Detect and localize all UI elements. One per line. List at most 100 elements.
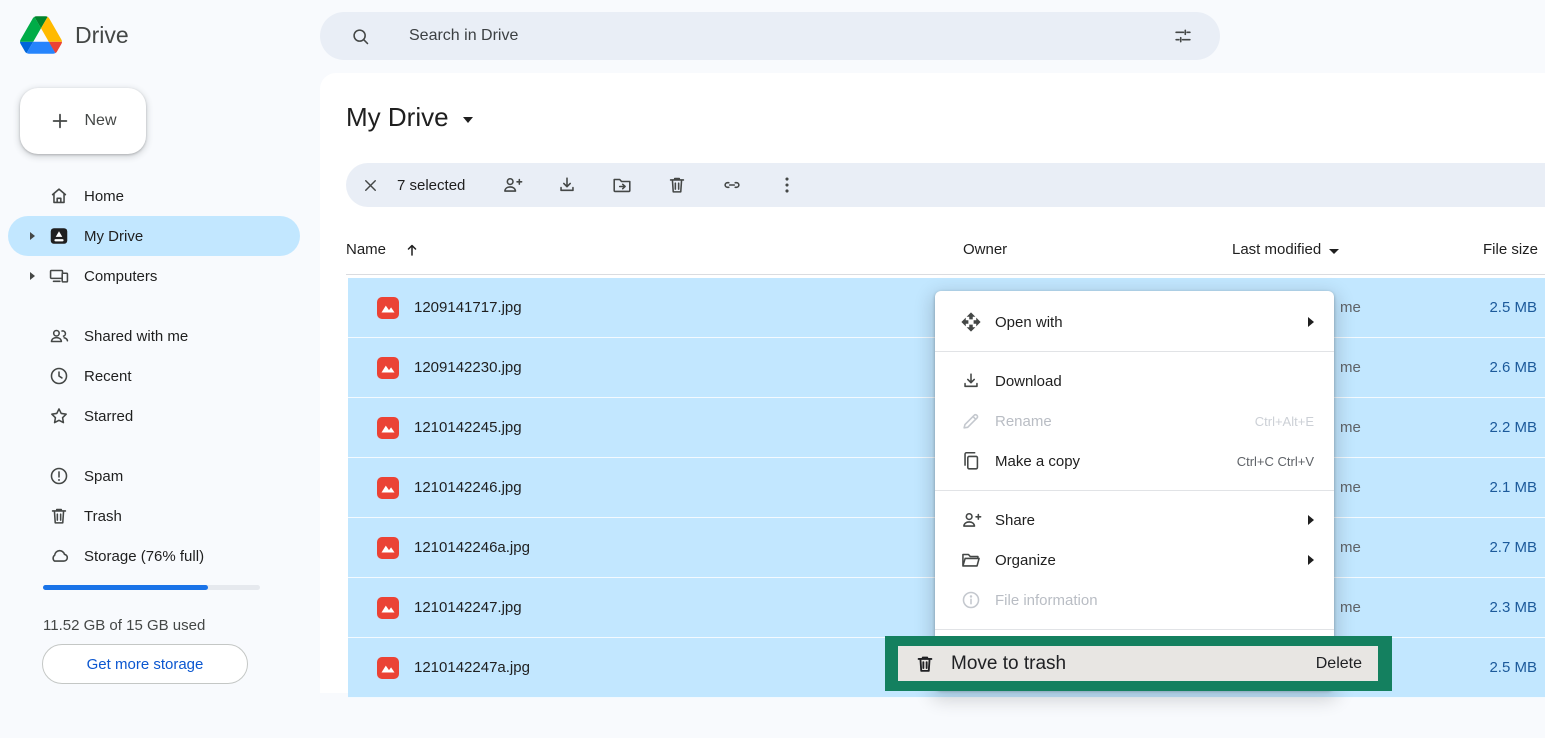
- submenu-arrow-icon: [1308, 555, 1314, 565]
- menu-item-open-with[interactable]: Open with: [935, 302, 1334, 342]
- link-icon[interactable]: [721, 174, 743, 196]
- file-name: 1210142247a.jpg: [414, 638, 530, 697]
- sidebar-item-my-drive[interactable]: My Drive: [8, 216, 300, 256]
- page-title: My Drive: [346, 102, 449, 133]
- kebab-menu-icon[interactable]: [776, 174, 798, 196]
- page-title-dropdown[interactable]: My Drive: [346, 102, 473, 133]
- sidebar-item-label: Recent: [84, 368, 132, 385]
- sidebar-item-spam[interactable]: Spam: [8, 456, 300, 496]
- image-file-icon: [377, 657, 399, 679]
- file-name: 1210142246a.jpg: [414, 518, 530, 577]
- sidebar-item-starred[interactable]: Starred: [8, 396, 300, 436]
- search-bar: [320, 12, 1220, 60]
- chevron-down-icon: [463, 117, 473, 123]
- selection-count: 7 selected: [397, 177, 465, 194]
- file-name: 1209141717.jpg: [414, 278, 522, 337]
- menu-divider: [935, 490, 1334, 491]
- file-size: 2.5 MB: [1489, 638, 1537, 697]
- search-input[interactable]: [409, 27, 1049, 45]
- file-name: 1209142230.jpg: [414, 338, 522, 397]
- person-add-icon: [960, 509, 982, 531]
- download-icon[interactable]: [556, 174, 578, 196]
- image-file-icon: [377, 597, 399, 619]
- menu-item-move-to-trash[interactable]: Move to trash Delete: [898, 646, 1378, 681]
- context-menu: Open with Download Rename Ctrl+Alt+E Mak…: [935, 291, 1334, 690]
- storage-usage-text: 11.52 GB of 15 GB used: [43, 617, 205, 634]
- file-size: 2.3 MB: [1489, 578, 1537, 637]
- close-icon[interactable]: [361, 176, 380, 195]
- search-icon[interactable]: [350, 26, 371, 47]
- modified-by: me: [1340, 458, 1361, 517]
- sidebar-item-label: Shared with me: [84, 328, 188, 345]
- table-header: Name Owner Last modified File size: [346, 228, 1545, 275]
- sidebar-item-label: Home: [84, 188, 124, 205]
- image-file-icon: [377, 417, 399, 439]
- shortcut-label: Ctrl+C Ctrl+V: [1237, 454, 1314, 469]
- menu-item-label: Move to trash: [951, 653, 1066, 675]
- sidebar-item-shared-with-me[interactable]: Shared with me: [8, 316, 300, 356]
- column-header-owner[interactable]: Owner: [963, 241, 1007, 258]
- selection-toolbar: 7 selected: [346, 163, 1545, 207]
- menu-item-organize[interactable]: Organize: [935, 540, 1334, 580]
- storage-progress-bar: [43, 585, 260, 590]
- menu-item-make-a-copy[interactable]: Make a copy Ctrl+C Ctrl+V: [935, 441, 1334, 481]
- file-size: 2.6 MB: [1489, 338, 1537, 397]
- sidebar-item-home[interactable]: Home: [8, 176, 300, 216]
- menu-item-share[interactable]: Share: [935, 500, 1334, 540]
- app-name: Drive: [75, 22, 129, 49]
- my-drive-icon: [48, 225, 70, 247]
- file-name: 1210142247.jpg: [414, 578, 522, 637]
- shortcut-label: Ctrl+Alt+E: [1255, 414, 1314, 429]
- tune-filters-icon[interactable]: [1172, 25, 1194, 47]
- sidebar-item-trash[interactable]: Trash: [8, 496, 300, 536]
- menu-divider: [935, 629, 1334, 630]
- menu-item-download[interactable]: Download: [935, 361, 1334, 401]
- get-more-storage-button[interactable]: Get more storage: [42, 644, 248, 684]
- image-file-icon: [377, 357, 399, 379]
- new-button-label: New: [84, 112, 116, 130]
- image-file-icon: [377, 297, 399, 319]
- image-file-icon: [377, 537, 399, 559]
- open-with-icon: [960, 311, 982, 333]
- menu-divider: [935, 351, 1334, 352]
- sidebar-item-label: Storage (76% full): [84, 548, 204, 565]
- sidebar-item-storage[interactable]: Storage (76% full): [8, 536, 300, 576]
- folder-open-icon: [960, 549, 982, 571]
- chevron-down-icon: [1329, 249, 1339, 254]
- star-icon: [48, 405, 70, 427]
- shortcut-label: Delete: [1316, 655, 1362, 673]
- trash-icon[interactable]: [666, 174, 688, 196]
- sidebar-item-recent[interactable]: Recent: [8, 356, 300, 396]
- sidebar-item-label: Spam: [84, 468, 123, 485]
- plus-icon: [49, 110, 71, 132]
- new-button[interactable]: New: [20, 88, 146, 154]
- move-folder-icon[interactable]: [611, 174, 633, 196]
- submenu-arrow-icon: [1308, 317, 1314, 327]
- action-highlight-box: Move to trash Delete: [885, 636, 1392, 691]
- column-header-name[interactable]: Name: [346, 241, 420, 258]
- file-name: 1210142245.jpg: [414, 398, 522, 457]
- file-size: 2.2 MB: [1489, 398, 1537, 457]
- home-icon: [48, 185, 70, 207]
- modified-by: me: [1340, 518, 1361, 577]
- file-size: 2.5 MB: [1489, 278, 1537, 337]
- app-brand: Drive: [20, 16, 129, 54]
- sidebar-item-label: Starred: [84, 408, 133, 425]
- expand-caret-icon[interactable]: [30, 232, 35, 240]
- menu-item-file-information: File information: [935, 580, 1334, 620]
- person-add-icon[interactable]: [501, 174, 523, 196]
- rename-pencil-icon: [960, 410, 982, 432]
- trash-icon: [914, 653, 936, 675]
- expand-caret-icon[interactable]: [30, 272, 35, 280]
- menu-item-rename: Rename Ctrl+Alt+E: [935, 401, 1334, 441]
- alert-circle-icon: [48, 465, 70, 487]
- sidebar-item-computers[interactable]: Computers: [8, 256, 300, 296]
- sidebar: Drive New Home My Drive Computers Shared…: [0, 0, 320, 693]
- column-header-file-size[interactable]: File size: [1483, 241, 1538, 258]
- drive-logo-icon: [20, 16, 62, 54]
- cloud-icon: [48, 545, 70, 567]
- submenu-arrow-icon: [1308, 515, 1314, 525]
- trash-icon: [48, 505, 70, 527]
- people-icon: [48, 325, 70, 347]
- column-header-last-modified[interactable]: Last modified: [1232, 241, 1339, 258]
